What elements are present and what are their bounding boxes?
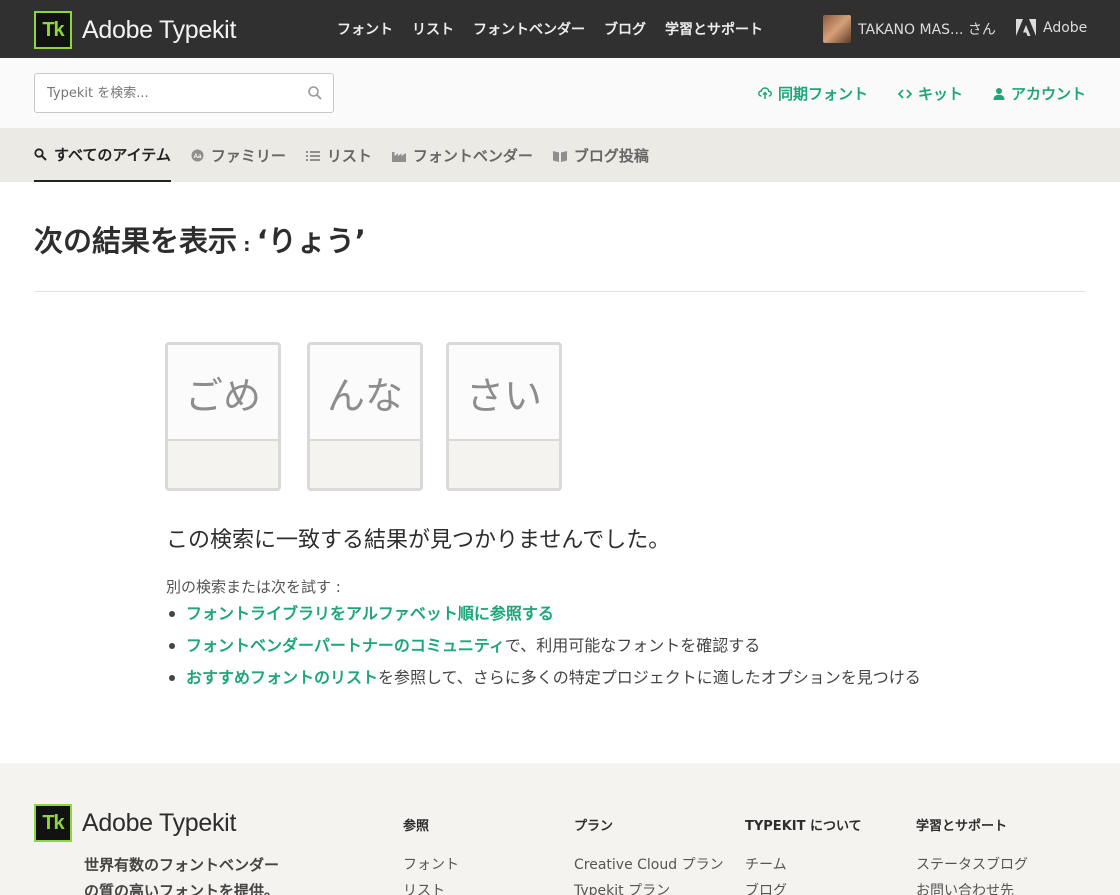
apology-card: んな xyxy=(307,342,423,491)
font-family-icon: Aa xyxy=(191,149,204,162)
typekit-logo: Tk xyxy=(34,804,72,842)
footer-brand-link[interactable]: Tk Adobe Typekit xyxy=(34,804,236,842)
apology-card-text: ごめ xyxy=(168,345,278,441)
list-item: フォントライブラリをアルファベット順に参照する xyxy=(166,600,956,627)
suggestions-list: フォントライブラリをアルファベット順に参照する フォントベンダーパートナーのコミ… xyxy=(166,600,956,696)
top-bar: Tk Adobe Typekit フォント リスト フォントベンダー ブログ 学… xyxy=(0,0,1120,58)
footer-tagline: 世界有数のフォントベンダー の質の高いフォントを提供。 xyxy=(84,852,279,895)
avatar xyxy=(823,15,851,43)
search-icon xyxy=(34,148,47,161)
adobe-label: Adobe xyxy=(1043,19,1088,36)
footer-col-plans: プラン Creative Cloud プラン Typekit プラン xyxy=(574,815,724,895)
list-item: フォントベンダーパートナーのコミュニティで、利用可能なフォントを確認する xyxy=(166,632,956,659)
tab-blog-posts[interactable]: ブログ投稿 xyxy=(552,129,649,182)
kits-link[interactable]: キット xyxy=(897,83,963,104)
nav-foundries[interactable]: フォントベンダー xyxy=(473,19,585,39)
tagline-line: の質の高いフォントを提供。 xyxy=(84,882,280,895)
tab-all-items[interactable]: すべてのアイテム xyxy=(34,129,171,182)
tab-families-label: ファミリー xyxy=(210,147,286,165)
sync-fonts-link[interactable]: 同期フォント xyxy=(758,83,868,104)
tab-families[interactable]: Aa ファミリー xyxy=(191,129,286,182)
user-icon xyxy=(993,88,1005,100)
tab-blog-posts-label: ブログ投稿 xyxy=(573,147,649,165)
nav-lists[interactable]: リスト xyxy=(412,19,454,39)
account-actions: 同期フォント キット アカウント xyxy=(758,83,1086,104)
cloud-sync-icon xyxy=(758,87,772,99)
footer-col-about: TYPEKIT について チーム ブログ xyxy=(745,815,862,895)
search-icon[interactable] xyxy=(307,85,323,101)
tab-lists[interactable]: リスト xyxy=(305,129,372,182)
account-link[interactable]: アカウント xyxy=(993,83,1086,104)
nav-blog[interactable]: ブログ xyxy=(604,19,646,39)
footer-link[interactable]: Creative Cloud プラン xyxy=(574,852,724,878)
typekit-logo: Tk xyxy=(34,11,72,49)
sync-fonts-label: 同期フォント xyxy=(777,85,868,103)
result-colon: : xyxy=(237,235,257,256)
footer-col-title: 学習とサポート xyxy=(916,819,1008,834)
code-icon xyxy=(897,88,912,99)
footer-col-browse: 参照 フォント リスト xyxy=(403,815,459,895)
footer: Tk Adobe Typekit 世界有数のフォントベンダー の質の高いフォント… xyxy=(0,763,1120,895)
suggestion-text: を参照して、さらに多くの特定プロジェクトに適したオプションを見つける xyxy=(378,668,921,687)
no-results-message: この検索に一致する結果が見つかりませんでした。 xyxy=(166,528,671,553)
search-tabs: すべてのアイテム Aa ファミリー リスト フォントベンダー ブログ投稿 xyxy=(0,129,1120,182)
footer-link[interactable]: お問い合わせ先 xyxy=(916,878,1028,895)
user-name: TAKANO MAS... さん xyxy=(858,22,996,38)
nav-fonts[interactable]: フォント xyxy=(337,19,393,39)
apology-card-text: さい xyxy=(449,345,559,441)
footer-col-title: TYPEKIT について xyxy=(745,819,862,834)
footer-link[interactable]: チーム xyxy=(745,852,862,878)
svg-text:Aa: Aa xyxy=(194,154,202,160)
footer-link[interactable]: リスト xyxy=(403,878,459,895)
nav-help[interactable]: 学習とサポート xyxy=(665,19,763,39)
brand-name: Adobe Typekit xyxy=(82,15,237,44)
adobe-link[interactable]: Adobe xyxy=(1016,19,1087,36)
account-label: アカウント xyxy=(1010,85,1086,103)
tab-lists-label: リスト xyxy=(326,147,372,165)
footer-brand-name: Adobe Typekit xyxy=(82,808,237,837)
search-input[interactable] xyxy=(35,74,295,112)
apology-card-text: んな xyxy=(310,345,420,441)
divider xyxy=(34,291,1086,292)
main-nav: フォント リスト フォントベンダー ブログ 学習とサポート xyxy=(337,19,763,39)
footer-link[interactable]: ステータスブログ xyxy=(916,852,1028,878)
foundry-partners-link[interactable]: フォントベンダーパートナーのコミュニティ xyxy=(186,636,505,655)
footer-col-title: プラン xyxy=(574,819,614,834)
tagline-line: 世界有数のフォントベンダー xyxy=(84,856,280,874)
suggestions-intro: 別の検索または次を試す : xyxy=(166,578,341,596)
recommended-lists-link[interactable]: おすすめフォントのリスト xyxy=(186,668,378,687)
list-item: おすすめフォントのリストを参照して、さらに多くの特定プロジェクトに適したオプショ… xyxy=(166,664,956,691)
apology-card: ごめ xyxy=(165,342,281,491)
footer-link[interactable]: ブログ xyxy=(745,878,862,895)
search-box xyxy=(34,73,334,113)
footer-link[interactable]: Typekit プラン xyxy=(574,878,724,895)
user-menu[interactable]: TAKANO MAS... さん xyxy=(823,15,996,43)
tab-all-items-label: すべてのアイテム xyxy=(54,146,171,164)
result-prefix: 次の結果を表示 xyxy=(34,224,238,258)
factory-icon xyxy=(391,151,406,162)
browse-alphabetical-link[interactable]: フォントライブラリをアルファベット順に参照する xyxy=(186,604,554,623)
brand-link[interactable]: Tk Adobe Typekit xyxy=(34,11,236,49)
suggestion-text: で、利用可能なフォントを確認する xyxy=(504,636,761,655)
apology-card: さい xyxy=(446,342,562,491)
book-icon xyxy=(552,150,567,162)
search-bar-row: 同期フォント キット アカウント xyxy=(0,58,1120,129)
tab-foundries-label: フォントベンダー xyxy=(412,147,533,165)
footer-link[interactable]: フォント xyxy=(403,852,459,878)
adobe-logo-icon xyxy=(1016,19,1036,36)
tab-foundries[interactable]: フォントベンダー xyxy=(391,129,533,182)
footer-col-title: 参照 xyxy=(403,819,430,834)
footer-col-support: 学習とサポート ステータスブログ お問い合わせ先 xyxy=(916,815,1028,895)
list-icon xyxy=(305,150,320,161)
kits-label: キット xyxy=(917,85,963,103)
search-query: ‘りょう’ xyxy=(256,224,366,258)
page-title: 次の結果を表示 : ‘りょう’ xyxy=(34,218,366,260)
